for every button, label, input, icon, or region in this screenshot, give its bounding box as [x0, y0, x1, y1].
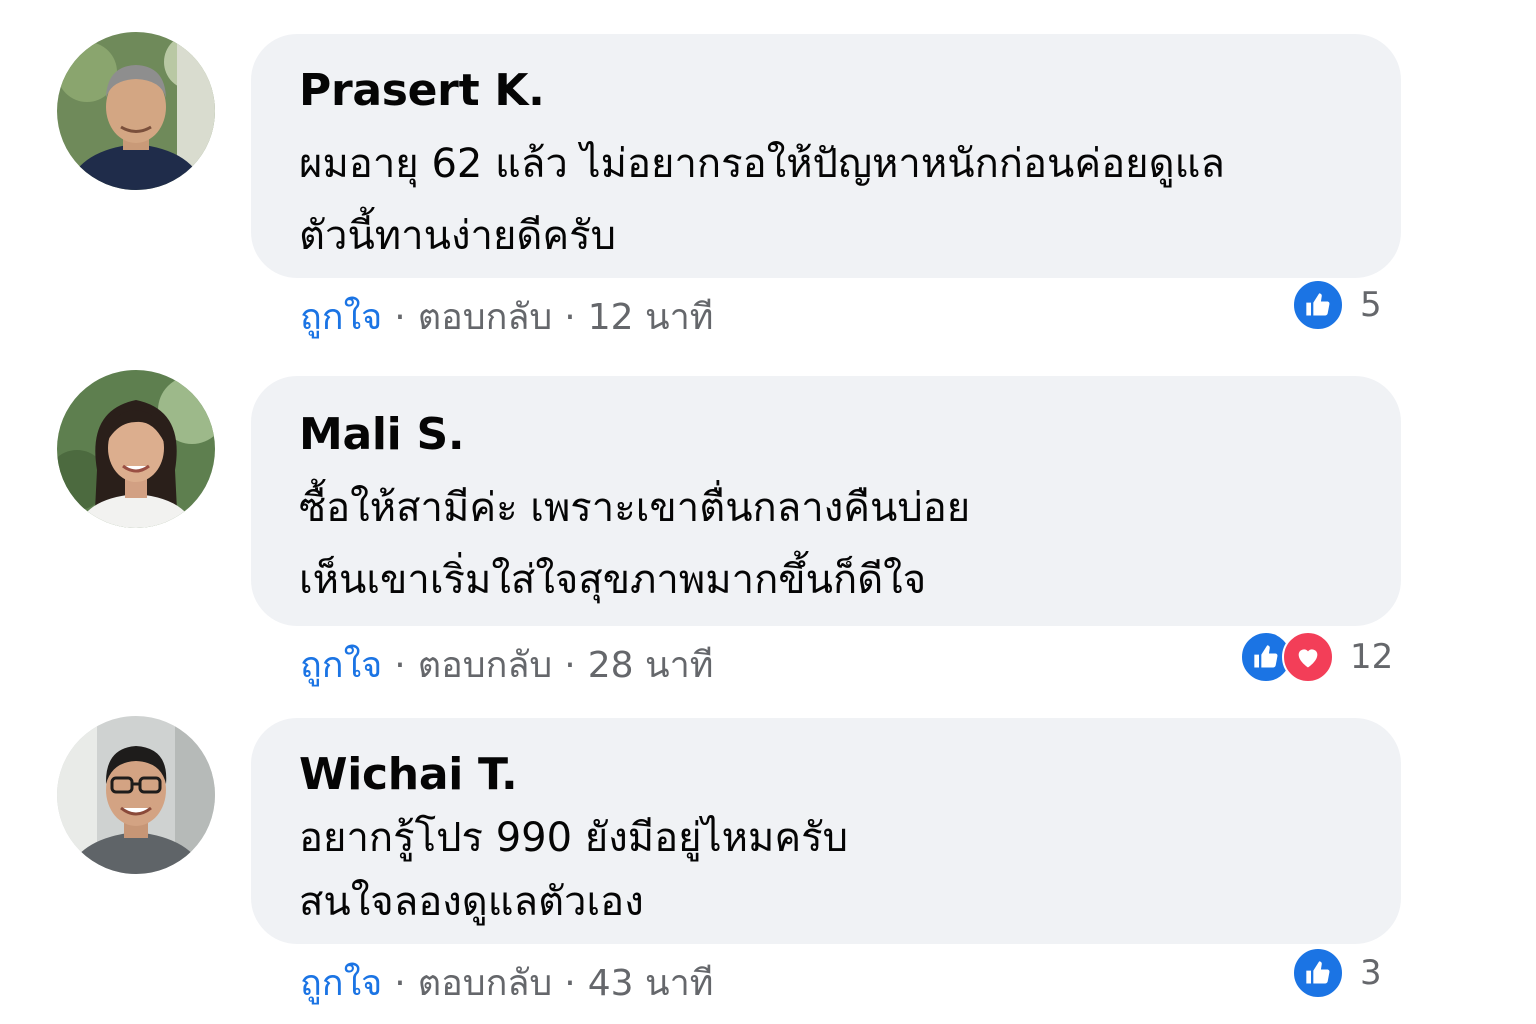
avatar[interactable] [57, 32, 215, 190]
timestamp[interactable]: 12 นาที [588, 297, 714, 338]
reaction-summary[interactable]: 12 [1240, 631, 1394, 683]
comment-bubble: Mali S. ซื้อให้สามีค่ะ เพราะเขาตื่นกลางค… [251, 376, 1401, 626]
comment-text-line: เห็นเขาเริ่มใส่ใจสุขภาพมากขึ้นก็ดีใจ [299, 557, 927, 603]
timestamp[interactable]: 28 นาที [588, 645, 714, 686]
comment-bubble: Prasert K. ผมอายุ 62 แล้ว ไม่อยากรอให้ปั… [251, 34, 1401, 278]
avatar[interactable] [57, 370, 215, 528]
separator-dot: · [564, 297, 576, 338]
comment-author[interactable]: Wichai T. [299, 748, 1361, 802]
reaction-count: 3 [1360, 953, 1382, 993]
comment-text-line: ซื้อให้สามีค่ะ เพราะเขาตื่นกลางคืนบ่อย [299, 485, 971, 531]
reply-link[interactable]: ตอบกลับ [418, 963, 553, 1004]
comment-author[interactable]: Prasert K. [299, 64, 1361, 118]
like-link[interactable]: ถูกใจ [300, 645, 382, 686]
comment-text-line: อยากรู้โปร 990 ยังมีอยู่ไหมครับ [299, 815, 849, 861]
thumbs-up-icon [1292, 947, 1344, 999]
comment-actions: ถูกใจ · ตอบกลับ · 43 นาที [300, 962, 714, 1006]
reaction-summary[interactable]: 5 [1292, 279, 1382, 331]
comment-bubble: Wichai T. อยากรู้โปร 990 ยังมีอยู่ไหมครั… [251, 718, 1401, 944]
reply-link[interactable]: ตอบกลับ [418, 297, 553, 338]
comment-text-line: ตัวนี้ทานง่ายดีครับ [299, 213, 616, 259]
reaction-count: 5 [1360, 285, 1382, 325]
avatar[interactable] [57, 716, 215, 874]
like-link[interactable]: ถูกใจ [300, 963, 382, 1004]
timestamp[interactable]: 43 นาที [588, 963, 714, 1004]
comment-text-line: สนใจลองดูแลตัวเอง [299, 879, 644, 925]
reaction-summary[interactable]: 3 [1292, 947, 1382, 999]
separator-dot: · [394, 297, 406, 338]
heart-icon [1282, 631, 1334, 683]
thumbs-up-icon [1292, 279, 1344, 331]
comment-actions: ถูกใจ · ตอบกลับ · 28 นาที [300, 644, 714, 688]
reply-link[interactable]: ตอบกลับ [418, 645, 553, 686]
comment-author[interactable]: Mali S. [299, 408, 1361, 462]
comment-text-line: ผมอายุ 62 แล้ว ไม่อยากรอให้ปัญหาหนักก่อน… [299, 141, 1225, 187]
separator-dot: · [394, 963, 406, 1004]
reaction-count: 12 [1350, 637, 1394, 677]
like-link[interactable]: ถูกใจ [300, 297, 382, 338]
separator-dot: · [564, 645, 576, 686]
separator-dot: · [394, 645, 406, 686]
separator-dot: · [564, 963, 576, 1004]
comment-actions: ถูกใจ · ตอบกลับ · 12 นาที [300, 296, 714, 340]
